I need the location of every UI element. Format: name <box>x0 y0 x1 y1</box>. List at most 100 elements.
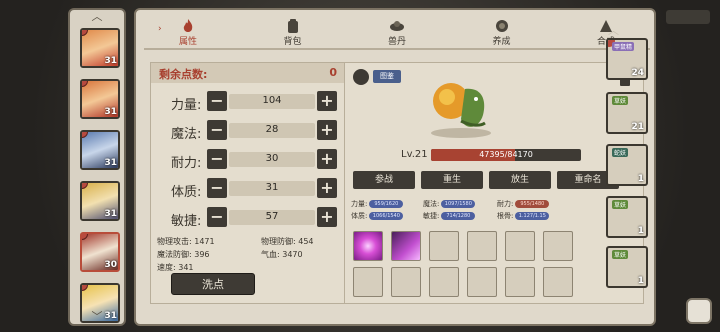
codex-button[interactable]: 图鉴 <box>373 70 401 83</box>
hero-level: 30 <box>104 260 117 270</box>
attr-value: 30 <box>265 153 279 164</box>
tab-label: 属性 <box>178 37 197 47</box>
minus-button[interactable]: − <box>207 149 227 169</box>
monster-roster: 甲鼠精 24 草妖 21 蛇妖 1 草妖 1 草妖 1 <box>598 22 658 326</box>
attr-value: 57 <box>265 211 279 222</box>
hero-card[interactable]: 31 <box>80 28 120 68</box>
plus-button[interactable]: + <box>317 120 337 140</box>
attr-name: 耐力: <box>171 156 202 171</box>
remaining-points-value: 0 <box>329 66 337 79</box>
skill-slot-empty[interactable] <box>467 267 497 297</box>
monster-card[interactable]: 蛇妖 1 <box>606 144 648 186</box>
reset-points-button[interactable]: 洗点 <box>171 273 255 295</box>
skill-slot-empty[interactable] <box>429 231 459 261</box>
hero-card-selected[interactable]: 30 <box>80 232 120 272</box>
attr-value: 28 <box>265 124 279 135</box>
attr-row-constitution: 体质: − 31 + <box>151 178 345 200</box>
pet-stat-constitution: 体质: 1066/1540 <box>351 211 404 221</box>
minus-button[interactable]: − <box>207 91 227 111</box>
pet-stat-magic: 魔法: 1097/1580 <box>423 199 476 209</box>
monster-card[interactable]: 草妖 1 <box>606 246 648 288</box>
hero-level: 31 <box>104 107 117 117</box>
pet-portrait <box>431 83 491 138</box>
plus-button[interactable]: + <box>317 178 337 198</box>
attr-row-agility: 敏捷: − 57 + <box>151 207 345 229</box>
monster-level: 21 <box>631 122 644 132</box>
monster-tag: 甲鼠精 <box>612 42 635 51</box>
hero-level: 31 <box>104 56 117 66</box>
stat-pill: 1.127/1.15 <box>515 212 550 220</box>
hero-card[interactable]: 31 <box>80 130 120 170</box>
hero-card[interactable]: 31 <box>80 181 120 221</box>
skill-slot-empty[interactable] <box>505 267 535 297</box>
deploy-button[interactable]: 参战 <box>353 171 415 189</box>
roster-down-arrow-icon[interactable]: ﹀ <box>70 310 124 324</box>
remaining-points-label: 剩余点数: <box>159 68 208 81</box>
plus-button[interactable]: + <box>317 91 337 111</box>
attr-row-strength: 力量: − 104 + <box>151 91 345 113</box>
plus-button[interactable]: + <box>317 207 337 227</box>
roster-up-arrow-icon[interactable]: ︿ <box>70 10 124 24</box>
attr-value: 104 <box>262 95 282 106</box>
list-icon[interactable] <box>353 69 369 85</box>
minus-button[interactable]: − <box>207 207 227 227</box>
hero-level: 31 <box>104 158 117 168</box>
pet-stat-bone: 根骨: 1.127/1.15 <box>497 211 550 221</box>
skill-slot-2[interactable] <box>391 231 421 261</box>
attr-name: 力量: <box>171 98 202 113</box>
hero-card[interactable]: 31 <box>80 79 120 119</box>
plus-button[interactable]: + <box>317 149 337 169</box>
skill-slot-empty[interactable] <box>467 231 497 261</box>
attr-name: 魔法: <box>171 127 202 142</box>
qi-blood: 气血: 3470 <box>261 250 303 259</box>
skill-slot-1[interactable] <box>353 231 383 261</box>
monster-tag: 草妖 <box>612 200 629 209</box>
monster-level: 1 <box>637 226 644 236</box>
pet-level: Lv.21 <box>401 149 428 160</box>
stat-pill: 959/1620 <box>369 200 404 208</box>
remaining-points: 剩余点数: 0 <box>151 63 345 83</box>
stat-pill: 1097/1580 <box>441 200 476 208</box>
xp-bar: 47395/84170 <box>431 149 581 161</box>
main-panel: › 属性 背包 兽丹 养成 合成 剩余点数: 0 力量: − <box>134 8 656 326</box>
release-button[interactable]: 放生 <box>489 171 551 189</box>
pill-icon <box>390 21 404 31</box>
monster-tag: 草妖 <box>612 250 629 259</box>
top-right-indicator[interactable] <box>666 10 710 24</box>
skill-slot-empty[interactable] <box>543 267 573 297</box>
skill-slot-empty[interactable] <box>505 231 535 261</box>
monster-card[interactable]: 草妖 1 <box>606 196 648 238</box>
attr-name: 敏捷: <box>171 214 202 229</box>
tab-label: 兽丹 <box>387 37 406 47</box>
xp-text: 47395/84170 <box>479 150 533 159</box>
attr-row-magic: 魔法: − 28 + <box>151 120 345 142</box>
backpack-icon <box>287 19 298 33</box>
pet-stat-agility: 敏捷: 714/1280 <box>423 211 476 221</box>
tab-pill[interactable]: 兽丹 <box>367 16 427 48</box>
monster-level: 1 <box>637 276 644 286</box>
tab-backpack[interactable]: 背包 <box>263 16 323 48</box>
stats-panel: 剩余点数: 0 力量: − 104 + 魔法: − 28 + 耐力: − 30 … <box>150 62 346 304</box>
minus-button[interactable]: − <box>207 120 227 140</box>
monster-level: 24 <box>631 68 644 78</box>
monster-card[interactable]: 草妖 21 <box>606 92 648 134</box>
stat-pill: 714/1280 <box>441 212 476 220</box>
minus-button[interactable]: − <box>207 178 227 198</box>
phys-atk: 物理攻击: 1471 <box>157 237 215 246</box>
skill-slot-empty[interactable] <box>543 231 573 261</box>
tab-cultivate[interactable]: 养成 <box>472 16 532 48</box>
skill-slot-empty[interactable] <box>429 267 459 297</box>
monster-card[interactable]: 甲鼠精 24 <box>606 38 648 80</box>
skill-slot-empty[interactable] <box>391 267 421 297</box>
derived-stats: 物理攻击: 1471 物理防御: 454 魔法防御: 396 气血: 3470 速度… <box>157 235 314 274</box>
magic-def: 魔法防御: 396 <box>157 250 210 259</box>
hero-roster: ︿ 31 31 31 31 30 31 ﹀ <box>68 8 126 326</box>
skill-slot-empty[interactable] <box>353 267 383 297</box>
stat-pill: 1066/1540 <box>369 212 404 220</box>
attr-row-endurance: 耐力: − 30 + <box>151 149 345 171</box>
rebirth-button[interactable]: 重生 <box>421 171 483 189</box>
pet-stat-endurance: 耐力: 955/1480 <box>497 199 550 209</box>
tab-attributes[interactable]: › 属性 <box>158 16 218 48</box>
return-button[interactable] <box>686 298 712 324</box>
monster-tag: 草妖 <box>612 96 629 105</box>
